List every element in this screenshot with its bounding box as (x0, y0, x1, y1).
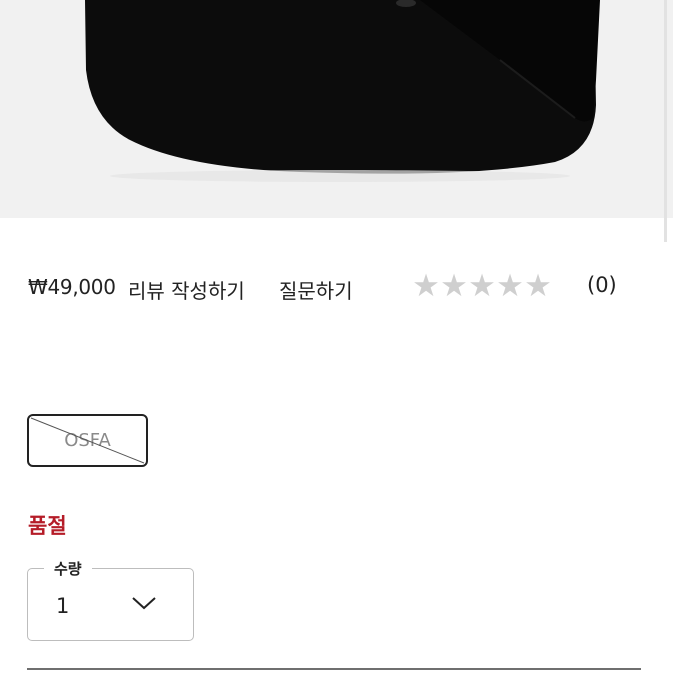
black-bag-image (0, 0, 673, 218)
star-icon: ★ (440, 268, 468, 304)
quantity-value: 1 (56, 594, 70, 618)
quantity-legend: 수량 (44, 558, 92, 579)
stock-status: 품절 (28, 514, 67, 538)
sold-out-slash (30, 417, 145, 464)
size-option-osfa[interactable]: OSFA (27, 414, 148, 467)
star-icon: ★ (468, 268, 496, 304)
image-scrollbar[interactable] (664, 0, 667, 242)
ask-question-link[interactable]: 질문하기 (279, 275, 353, 304)
star-icon: ★ (524, 268, 552, 304)
product-image (0, 0, 673, 218)
write-review-link[interactable]: 리뷰 작성하기 (128, 275, 245, 304)
product-price: ₩49,000 (28, 275, 116, 299)
rating-stars: ★ ★ ★ ★ ★ (412, 270, 552, 302)
review-count: (0) (587, 273, 617, 297)
star-icon: ★ (496, 268, 524, 304)
star-icon: ★ (412, 268, 440, 304)
product-info-row: ₩49,000 리뷰 작성하기 질문하기 ★ ★ ★ ★ ★ (0) (28, 270, 648, 306)
chevron-down-icon (132, 597, 156, 610)
section-divider (27, 668, 641, 670)
